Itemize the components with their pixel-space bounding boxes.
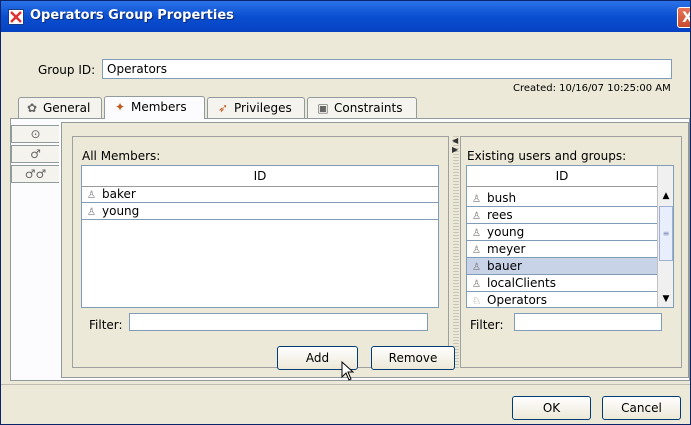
- members-filter-label: Filter:: [89, 318, 123, 332]
- side-tab-groups[interactable]: ♂♂: [11, 165, 59, 183]
- user-icon: ♙: [472, 228, 481, 239]
- constraints-icon: ▣: [317, 101, 329, 115]
- existing-row[interactable]: ♙ meyer: [467, 241, 657, 258]
- existing-row[interactable]: ♘ Operators: [467, 292, 657, 307]
- existing-row[interactable]: ♙ localClients: [467, 275, 657, 292]
- tab-constraints[interactable]: ▣ Constraints: [307, 97, 417, 118]
- app-icon: [8, 9, 24, 25]
- existing-scrollbar[interactable]: ▲ ≡ ▼: [657, 166, 673, 307]
- group-id-label: Group ID:: [38, 63, 96, 77]
- members-table[interactable]: ID ♙ baker ♙ young: [81, 165, 439, 308]
- member-row[interactable]: ♙ baker: [82, 186, 438, 203]
- collapse-arrows-icon[interactable]: ◀ ▶: [452, 136, 458, 154]
- existing-id: Operators: [487, 293, 547, 307]
- existing-id: meyer: [487, 242, 526, 256]
- user-icon: ♂: [30, 147, 41, 161]
- side-tab-overview[interactable]: ⊙: [11, 125, 59, 143]
- privileges-icon: ➶: [217, 101, 229, 115]
- user-icon: ♙: [472, 211, 481, 222]
- user-icon: ♙: [87, 190, 96, 201]
- scroll-up-icon[interactable]: ▲: [658, 188, 673, 204]
- member-id: baker: [102, 187, 136, 201]
- ok-button[interactable]: OK: [512, 396, 591, 420]
- member-id: young: [102, 204, 140, 218]
- title-bar[interactable]: Operators Group Properties X: [1, 1, 690, 32]
- user-icon: ♙: [87, 207, 96, 218]
- properties-window: Operators Group Properties X Group ID: O…: [0, 0, 691, 425]
- mouse-cursor-icon: [341, 361, 355, 381]
- gear-icon: ✿: [26, 101, 38, 115]
- created-timestamp: Created: 10/16/07 10:25:00 AM: [513, 83, 671, 94]
- tab-general-label: General: [43, 101, 91, 115]
- close-button[interactable]: X: [677, 7, 690, 28]
- tab-members[interactable]: ✦ Members: [104, 96, 205, 119]
- all-members-title: All Members:: [82, 149, 161, 163]
- group-id-field[interactable]: Operators: [102, 59, 672, 79]
- existing-id: localClients: [487, 276, 556, 290]
- remove-button[interactable]: Remove: [371, 346, 455, 370]
- tab-members-label: Members: [131, 100, 187, 114]
- existing-row[interactable]: ♙ bush: [467, 190, 657, 207]
- existing-id-column[interactable]: ID: [467, 166, 657, 187]
- split-pane-divider[interactable]: [453, 136, 459, 368]
- existing-id: young: [487, 225, 525, 239]
- circle-check-icon: ⊙: [30, 127, 41, 141]
- members-filter-input[interactable]: [129, 313, 428, 331]
- existing-id: bush: [487, 191, 517, 205]
- cancel-button[interactable]: Cancel: [602, 396, 681, 420]
- existing-filter-label: Filter:: [470, 318, 504, 332]
- scroll-thumb[interactable]: ≡: [659, 206, 673, 261]
- existing-title: Existing users and groups:: [467, 149, 627, 163]
- existing-row-selected[interactable]: ♙ bauer: [467, 258, 657, 275]
- existing-id: bauer: [487, 259, 522, 273]
- tab-constraints-label: Constraints: [334, 101, 403, 115]
- user-icon: ♙: [472, 194, 481, 205]
- footer-divider: [1, 384, 690, 385]
- existing-row[interactable]: ♙ rees: [467, 207, 657, 224]
- tab-privileges[interactable]: ➶ Privileges: [207, 97, 305, 118]
- existing-row[interactable]: ♙ young: [467, 224, 657, 241]
- existing-filter-input[interactable]: [514, 313, 662, 331]
- scroll-down-icon[interactable]: ▼: [658, 291, 673, 307]
- member-row[interactable]: ♙ young: [82, 203, 438, 220]
- side-tab-users[interactable]: ♂: [11, 145, 59, 163]
- window-title: Operators Group Properties: [30, 8, 234, 23]
- members-icon: ✦: [114, 100, 126, 114]
- existing-table[interactable]: ID ♙ bush ♙ rees ♙ young ♙ meyer ♙ bauer ♙ loc…: [466, 165, 674, 308]
- tab-general[interactable]: ✿ General: [18, 97, 102, 118]
- group-icon: ♘: [472, 296, 481, 307]
- user-icon: ♙: [472, 279, 481, 290]
- tab-privileges-label: Privileges: [234, 101, 292, 115]
- members-id-column[interactable]: ID: [82, 166, 438, 187]
- user-icon: ♙: [472, 245, 481, 256]
- users-icon: ♂♂: [24, 167, 47, 181]
- existing-id: rees: [487, 208, 513, 222]
- user-icon: ♙: [472, 262, 481, 273]
